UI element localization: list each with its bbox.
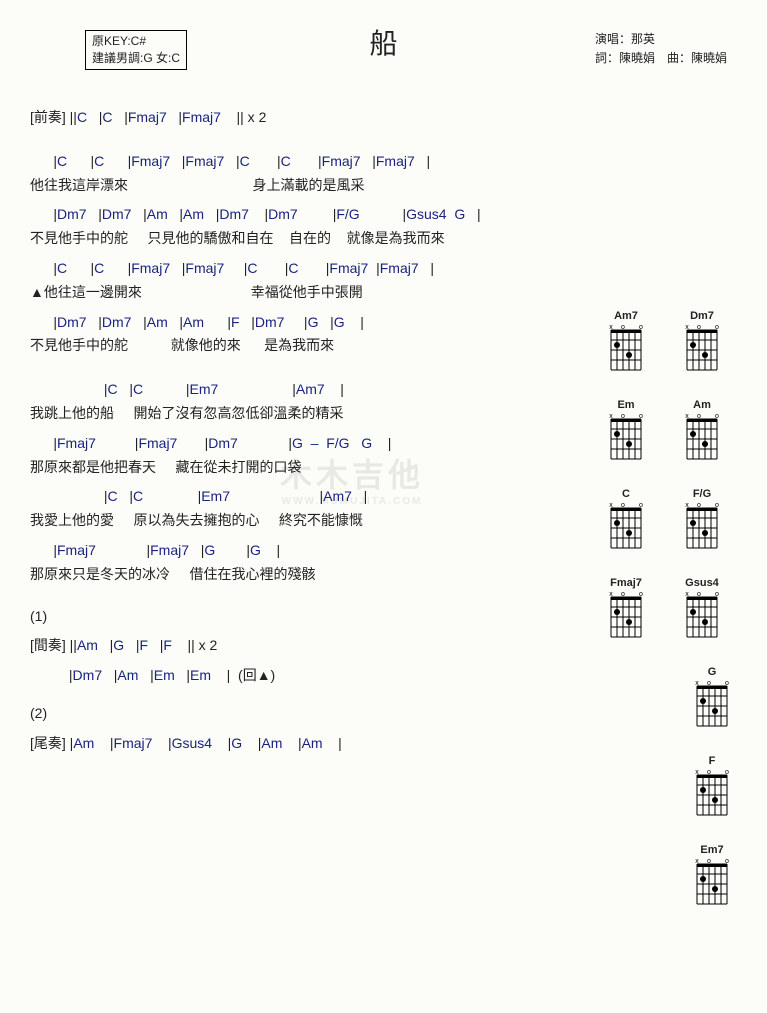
- original-key: 原KEY:C#: [92, 33, 180, 50]
- svg-text:o: o: [621, 591, 625, 598]
- ch-lyrics-4: 那原來只是冬天的冰冷 借住在我心裡的殘骸: [30, 563, 577, 587]
- ch-lyrics-3: 我愛上他的愛 原以為失去擁抱的心 終究不能慷慨: [30, 509, 577, 533]
- svg-text:o: o: [639, 502, 643, 509]
- svg-text:o: o: [621, 413, 625, 420]
- svg-text:o: o: [715, 502, 719, 509]
- chord-name: Em: [601, 399, 651, 411]
- svg-text:o: o: [715, 591, 719, 598]
- chord-sheet-page: 原KEY:C# 建議男調:G 女:C 船 演唱：那英 詞：陳曉娟 曲：陳曉娟 木…: [0, 0, 767, 1013]
- svg-text:o: o: [725, 769, 729, 776]
- ch-lyrics-1: 我跳上他的船 開始了沒有忽高忽低卻溫柔的精采: [30, 402, 577, 426]
- header: 原KEY:C# 建議男調:G 女:C 船 演唱：那英 詞：陳曉娟 曲：陳曉娟: [30, 20, 737, 100]
- lyrics-column: [前奏] ||C |C |Fmaj7 |Fmaj7 || x 2 |C |C |…: [30, 100, 587, 915]
- svg-text:o: o: [707, 680, 711, 687]
- svg-text:o: o: [725, 858, 729, 865]
- chord-name: Fmaj7: [601, 577, 651, 589]
- chord-name: Am7: [601, 310, 651, 322]
- credits: 演唱：那英 詞：陳曉娟 曲：陳曉娟: [595, 30, 727, 68]
- svg-text:o: o: [715, 324, 719, 331]
- chord-diagram-em7: Em7 x o o: [687, 844, 737, 915]
- main-content: [前奏] ||C |C |Fmaj7 |Fmaj7 || x 2 |C |C |…: [30, 100, 737, 915]
- chord-diagram-f: Fx o o: [687, 755, 737, 826]
- svg-text:x: x: [685, 324, 689, 331]
- svg-text:x: x: [685, 502, 689, 509]
- chord-name: Am: [677, 399, 727, 411]
- chord-diagram-am7: Am7 x o o: [601, 310, 651, 381]
- v1-chords-2: |Dm7 |Dm7 |Am |Am |Dm7 |Dm7 |F/G |Gsus4 …: [30, 203, 577, 227]
- v1-lyrics-3: ▲他往這一邊開來 幸福從他手中張開: [30, 281, 577, 305]
- v1-chords-1: |C |C |Fmaj7 |Fmaj7 |C |C |Fmaj7 |Fmaj7 …: [30, 150, 577, 174]
- svg-text:o: o: [697, 324, 701, 331]
- svg-text:x: x: [695, 858, 699, 865]
- chord-name: C: [601, 488, 651, 500]
- marker-1: (1): [30, 605, 577, 629]
- chord-diagram-f-g: F/G x o o: [677, 488, 727, 559]
- ch-chords-1: |C |C |Em7 |Am7 |: [30, 378, 577, 402]
- ch-chords-3: |C |C |Em7 |Am7 |: [30, 485, 577, 509]
- svg-text:o: o: [707, 858, 711, 865]
- chord-diagram-column: Am7xooDm7xooEmxooAmxooCxooF/GxooFmaj7xoo…: [587, 100, 737, 915]
- suggested-key: 建議男調:G 女:C: [92, 50, 180, 67]
- svg-text:o: o: [725, 680, 729, 687]
- svg-text:o: o: [697, 502, 701, 509]
- chord-name: F: [687, 755, 737, 767]
- chord-name: Gsus4: [677, 577, 727, 589]
- inter-1: [間奏] ||Am |G |F |F || x 2: [30, 634, 577, 658]
- svg-text:o: o: [639, 324, 643, 331]
- svg-text:o: o: [697, 591, 701, 598]
- chord-diagram-c: Cx o o: [601, 488, 651, 559]
- v1-lyrics-1: 他往我這岸漂來 身上滿載的是風采: [30, 174, 577, 198]
- svg-text:o: o: [707, 769, 711, 776]
- credit-singer: 演唱：那英: [595, 30, 727, 49]
- chord-diagram-gsus4: Gsus4 x o o: [677, 577, 727, 648]
- v1-lyrics-4: 不見他手中的舵 就像他的來 是為我而來: [30, 334, 577, 358]
- key-box: 原KEY:C# 建議男調:G 女:C: [85, 30, 187, 70]
- svg-text:x: x: [609, 502, 613, 509]
- chord-diagram-fmaj7: Fmaj7 x o o: [601, 577, 651, 648]
- chord-name: F/G: [677, 488, 727, 500]
- svg-text:o: o: [621, 324, 625, 331]
- v1-lyrics-2: 不見他手中的舵 只見他的驕傲和自在 自在的 就像是為我而來: [30, 227, 577, 251]
- svg-text:o: o: [621, 502, 625, 509]
- ch-lyrics-2: 那原來都是他把春天 藏在從未打開的口袋: [30, 456, 577, 480]
- svg-text:x: x: [609, 324, 613, 331]
- chord-diagram-dm7: Dm7 x o o: [677, 310, 727, 381]
- chord-diagram-em: Em x o o: [601, 399, 651, 470]
- chord-name: G: [687, 666, 737, 678]
- outro-line: [尾奏] |Am |Fmaj7 |Gsus4 |G |Am |Am |: [30, 732, 577, 756]
- svg-text:o: o: [715, 413, 719, 420]
- chord-name: Em7: [687, 844, 737, 856]
- inter-2: |Dm7 |Am |Em |Em | (回▲): [30, 664, 577, 688]
- svg-text:o: o: [639, 413, 643, 420]
- chord-name: Dm7: [677, 310, 727, 322]
- ch-chords-2: |Fmaj7 |Fmaj7 |Dm7 |G – F/G G |: [30, 432, 577, 456]
- svg-text:o: o: [639, 591, 643, 598]
- svg-text:x: x: [695, 769, 699, 776]
- ch-chords-4: |Fmaj7 |Fmaj7 |G |G |: [30, 539, 577, 563]
- svg-text:x: x: [695, 680, 699, 687]
- marker-2: (2): [30, 702, 577, 726]
- svg-text:o: o: [697, 413, 701, 420]
- chord-diagram-am: Am x o o: [677, 399, 727, 470]
- intro-line: [前奏] ||C |C |Fmaj7 |Fmaj7 || x 2: [30, 106, 577, 130]
- credit-writer: 詞：陳曉娟 曲：陳曉娟: [595, 49, 727, 68]
- svg-text:x: x: [609, 591, 613, 598]
- chord-diagram-g: Gx o o: [687, 666, 737, 737]
- svg-text:x: x: [609, 413, 613, 420]
- svg-text:x: x: [685, 591, 689, 598]
- svg-text:x: x: [685, 413, 689, 420]
- v1-chords-3: |C |C |Fmaj7 |Fmaj7 |C |C |Fmaj7 |Fmaj7 …: [30, 257, 577, 281]
- v1-chords-4: |Dm7 |Dm7 |Am |Am |F |Dm7 |G |G |: [30, 311, 577, 335]
